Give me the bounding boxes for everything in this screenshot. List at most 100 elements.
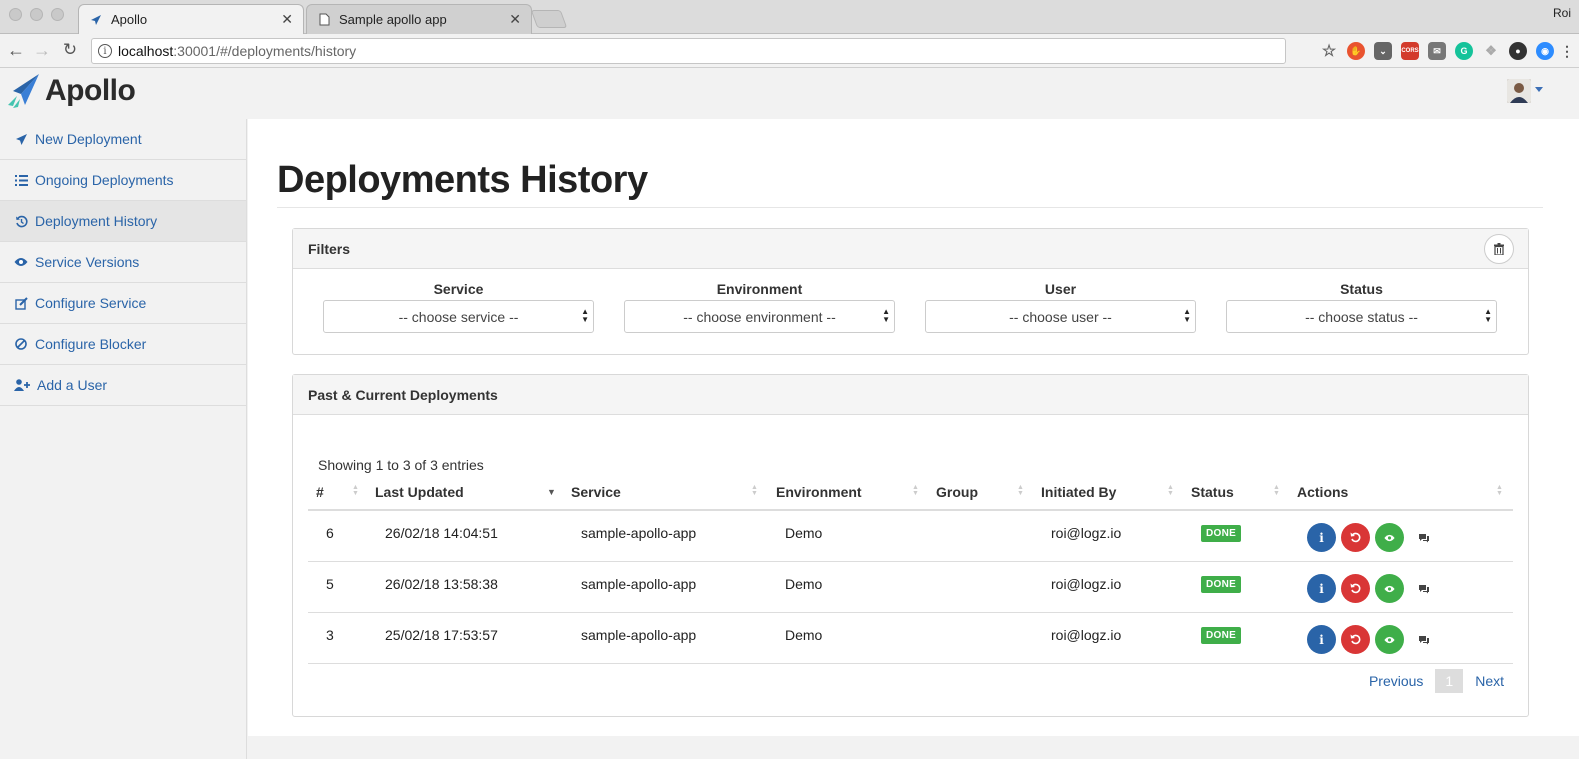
select-value: -- choose status -- xyxy=(1305,308,1418,325)
sidebar-item-configure-blocker[interactable]: Configure Blocker xyxy=(0,324,246,365)
sidebar-item-configure-service[interactable]: Configure Service xyxy=(0,283,246,324)
table-header: # ▲ ▼ Last Updated ▼ Service ▲ ▼ Environme… xyxy=(308,474,1513,511)
select-value: -- choose service -- xyxy=(398,308,519,325)
cell-environment: Demo xyxy=(785,576,823,592)
cell-environment: Demo xyxy=(785,525,823,541)
new-tab-button[interactable] xyxy=(530,10,568,28)
address-bar[interactable]: i localhost:30001/#/deployments/history xyxy=(91,38,1286,64)
sidebar-item-deployment-history[interactable]: Deployment History xyxy=(0,201,246,242)
current-page[interactable]: 1 xyxy=(1435,669,1464,693)
revert-button[interactable] xyxy=(1341,625,1370,654)
sidebar-item-add-user[interactable]: Add a User xyxy=(0,365,246,406)
comments-icon[interactable] xyxy=(1418,581,1430,597)
comments-icon[interactable] xyxy=(1418,632,1430,648)
previous-page-link[interactable]: Previous xyxy=(1359,667,1433,695)
filter-environment: Environment -- choose environment -- ▲ ▼ xyxy=(624,281,895,333)
grammarly-icon[interactable]: G xyxy=(1455,42,1473,60)
sort-icon[interactable]: ▲ ▼ xyxy=(1496,484,1503,497)
sort-icon[interactable]: ▲ ▼ xyxy=(1273,484,1280,497)
site-info-icon[interactable]: i xyxy=(98,44,112,58)
chevron-down-icon[interactable] xyxy=(1535,87,1543,92)
select-arrows-icon: ▲ ▼ xyxy=(882,307,890,324)
sort-icon[interactable]: ▲ ▼ xyxy=(1167,484,1174,497)
sort-icon[interactable]: ▲ ▼ xyxy=(1017,484,1024,497)
sort-icon[interactable]: ▲ ▼ xyxy=(751,484,758,497)
sidebar-item-new-deployment[interactable]: New Deployment xyxy=(0,119,246,160)
user-plus-icon xyxy=(14,379,30,391)
sidebar-item-label: Configure Blocker xyxy=(35,336,147,352)
cell-initiated-by: roi@logz.io xyxy=(1051,627,1122,643)
cors-icon[interactable]: CORS xyxy=(1401,42,1419,60)
deployments-panel: Past & Current Deployments Showing 1 to … xyxy=(292,374,1529,717)
app-header: Apollo xyxy=(0,69,1579,119)
back-arrow-icon[interactable]: ← xyxy=(5,40,27,61)
sort-icon[interactable]: ▲ ▼ xyxy=(352,484,359,497)
zoom-icon[interactable]: ◉ xyxy=(1536,42,1554,60)
reload-icon[interactable]: ↻ xyxy=(59,40,81,60)
status-badge: DONE xyxy=(1201,525,1242,542)
star-icon[interactable]: ☆ xyxy=(1320,42,1338,60)
close-window-button[interactable] xyxy=(9,8,22,21)
cell-service: sample-apollo-app xyxy=(581,576,697,592)
environment-select[interactable]: -- choose environment -- ▲ ▼ xyxy=(624,300,895,333)
revert-button[interactable] xyxy=(1341,574,1370,603)
close-tab-icon[interactable]: ✕ xyxy=(509,11,521,28)
view-button[interactable] xyxy=(1375,523,1404,552)
sidebar-item-label: New Deployment xyxy=(35,131,142,147)
info-button[interactable]: i xyxy=(1307,523,1336,552)
rocket-logo-icon xyxy=(8,74,39,108)
service-select[interactable]: -- choose service -- ▲ ▼ xyxy=(323,300,594,333)
undo-icon xyxy=(1350,532,1361,543)
user-avatar[interactable] xyxy=(1507,79,1531,103)
comments-icon[interactable] xyxy=(1418,530,1430,546)
minimize-window-button[interactable] xyxy=(30,8,43,21)
github-icon[interactable]: ● xyxy=(1509,42,1527,60)
pocket-icon[interactable]: ⌄ xyxy=(1374,42,1392,60)
browser-tab-apollo[interactable]: Apollo ✕ xyxy=(78,4,304,34)
menu-icon[interactable]: ⋮ xyxy=(1560,42,1574,60)
apollo-favicon-icon xyxy=(89,13,103,27)
forward-arrow-icon[interactable]: → xyxy=(31,40,53,61)
undo-icon xyxy=(1350,583,1361,594)
status-select[interactable]: -- choose status -- ▲ ▼ xyxy=(1226,300,1497,333)
revert-button[interactable] xyxy=(1341,523,1370,552)
select-arrows-icon: ▲ ▼ xyxy=(1183,307,1191,324)
list-icon xyxy=(14,174,28,186)
column-header-last-updated[interactable]: Last Updated xyxy=(375,484,464,500)
next-page-link[interactable]: Next xyxy=(1465,667,1514,695)
filters-panel-header: Filters xyxy=(293,229,1528,269)
column-header-group[interactable]: Group xyxy=(936,484,978,500)
column-header-id[interactable]: # xyxy=(316,484,324,500)
column-header-initiated-by[interactable]: Initiated By xyxy=(1041,484,1116,500)
dropbox-icon[interactable]: ❖ xyxy=(1482,42,1500,60)
view-button[interactable] xyxy=(1375,574,1404,603)
sidebar-item-ongoing-deployments[interactable]: Ongoing Deployments xyxy=(0,160,246,201)
sort-icon[interactable]: ▲ ▼ xyxy=(912,484,919,497)
info-button[interactable]: i xyxy=(1307,625,1336,654)
clear-filters-button[interactable] xyxy=(1484,234,1514,264)
view-button[interactable] xyxy=(1375,625,1404,654)
maximize-window-button[interactable] xyxy=(51,8,64,21)
ban-icon xyxy=(14,338,28,350)
column-header-actions[interactable]: Actions xyxy=(1297,484,1348,500)
column-header-service[interactable]: Service xyxy=(571,484,621,500)
sidebar: New Deployment Ongoing Deployments Deplo… xyxy=(0,119,247,759)
mail-icon[interactable]: ✉ xyxy=(1428,42,1446,60)
sort-desc-icon[interactable]: ▼ xyxy=(547,488,556,497)
column-header-status[interactable]: Status xyxy=(1191,484,1234,500)
info-button[interactable]: i xyxy=(1307,574,1336,603)
table-row: 5 26/02/18 13:58:38 sample-apollo-app De… xyxy=(308,562,1513,613)
browser-tab-sample-app[interactable]: Sample apollo app ✕ xyxy=(306,4,532,34)
adblock-icon[interactable]: ✋ xyxy=(1347,42,1365,60)
sidebar-item-service-versions[interactable]: Service Versions xyxy=(0,242,246,283)
cell-environment: Demo xyxy=(785,627,823,643)
browser-tab-bar: Apollo ✕ Sample apollo app ✕ Roi xyxy=(0,0,1579,34)
entries-info: Showing 1 to 3 of 3 entries xyxy=(318,457,484,473)
browser-toolbar: ← → ↻ i localhost:30001/#/deployments/hi… xyxy=(0,34,1579,68)
user-select[interactable]: -- choose user -- ▲ ▼ xyxy=(925,300,1196,333)
browser-profile-name[interactable]: Roi xyxy=(1553,6,1571,20)
apollo-logo[interactable]: Apollo xyxy=(7,73,136,109)
sidebar-item-label: Configure Service xyxy=(35,295,147,311)
column-header-environment[interactable]: Environment xyxy=(776,484,862,500)
close-tab-icon[interactable]: ✕ xyxy=(281,11,293,28)
